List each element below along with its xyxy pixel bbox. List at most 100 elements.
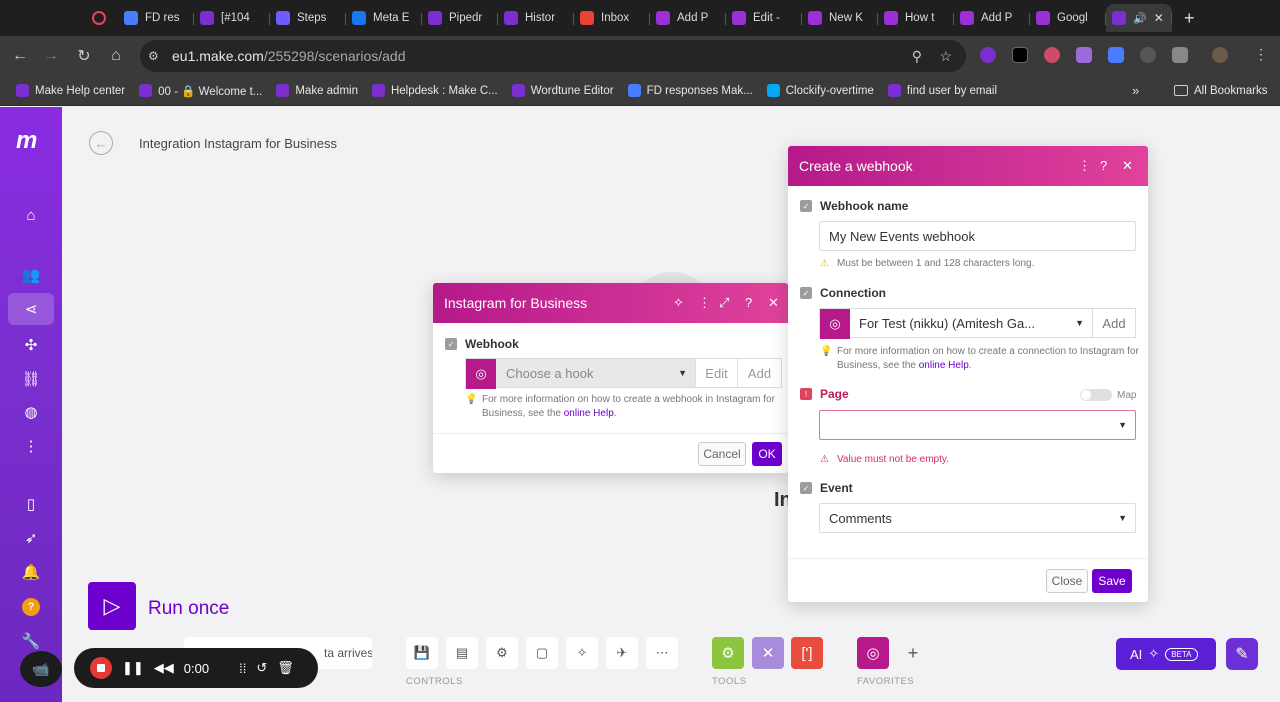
event-select[interactable]: Comments ▼ (819, 503, 1136, 533)
browser-tab[interactable]: Edit - (726, 4, 802, 32)
more-vertical-icon[interactable]: ⋮ (698, 295, 711, 311)
camera-icon[interactable]: 📹 (20, 651, 62, 687)
browser-tab[interactable]: Steps (270, 4, 346, 32)
add-hook-button[interactable]: Add (737, 359, 781, 387)
stop-record-icon[interactable] (90, 657, 112, 679)
browser-tab[interactable]: How t (878, 4, 954, 32)
ai-sparkle-icon[interactable]: ✧ (673, 295, 684, 311)
url-field[interactable]: ⚙ eu1.make.com/255298/scenarios/add ⚲ ☆ (140, 40, 966, 72)
tab-close-icon[interactable]: ✕ (1154, 11, 1164, 25)
more-horizontal-icon[interactable]: ⋯ (646, 637, 678, 669)
back-circle-icon[interactable]: ← (89, 131, 113, 155)
airplane-icon[interactable]: ✈ (606, 637, 638, 669)
online-help-link[interactable]: online Help (919, 360, 969, 371)
field-checkbox-icon[interactable]: ✓ (800, 287, 812, 299)
edit-hook-button[interactable]: Edit (695, 359, 737, 387)
new-tab-button[interactable]: + (1184, 8, 1195, 29)
close-icon[interactable]: ✕ (1122, 158, 1133, 174)
extension-icon-5[interactable] (1108, 47, 1124, 63)
docs-book-icon[interactable]: ▯ (8, 488, 54, 520)
toggle-switch[interactable] (1080, 389, 1112, 401)
all-bookmarks[interactable]: All Bookmarks (1168, 85, 1274, 97)
webhook-name-input[interactable]: My New Events webhook (819, 221, 1136, 251)
forward-arrow-icon[interactable]: → (36, 47, 66, 65)
bookmark-item[interactable]: Helpdesk : Make C... (366, 84, 504, 97)
webhooks-globe-icon[interactable]: ◍ (8, 396, 54, 428)
extensions-puzzle-icon[interactable] (1172, 47, 1188, 63)
back-arrow-icon[interactable]: ← (5, 47, 35, 65)
add-connection-button[interactable]: Add (1092, 309, 1135, 337)
instagram-favorite-icon[interactable]: ◎ (857, 637, 889, 669)
browser-tab[interactable]: New K (802, 4, 878, 32)
map-toggle[interactable]: Map (1080, 389, 1136, 401)
browser-tab[interactable]: Googl (1030, 4, 1106, 32)
tab-active-make[interactable]: 🔊 ✕ (1106, 4, 1172, 32)
browser-tab[interactable]: Add P (650, 4, 726, 32)
bookmark-item[interactable]: Clockify-overtime (761, 84, 880, 97)
bookmark-item[interactable]: Make admin (270, 84, 364, 97)
make-logo[interactable]: m (16, 127, 37, 155)
notes-icon[interactable]: ▢ (526, 637, 558, 669)
browser-menu-icon[interactable]: ⋮ (1254, 46, 1268, 63)
more-vertical-icon[interactable]: ⋮ (1078, 158, 1091, 174)
tools-gear-icon[interactable]: ⚙ (712, 637, 744, 669)
autoalign-icon[interactable]: ▤ (446, 637, 478, 669)
close-button[interactable]: Close (1046, 569, 1088, 593)
browser-tab[interactable]: Inbox (574, 4, 650, 32)
grid-icon[interactable]: ⁞⁞ (239, 661, 246, 676)
required-error-icon[interactable]: ! (800, 388, 812, 400)
connections-link-icon[interactable]: ⛓ (8, 363, 54, 395)
bookmark-item[interactable]: Make Help center (10, 84, 131, 97)
bookmark-item[interactable]: FD responses Mak... (622, 84, 759, 97)
extension-icon-3[interactable] (1044, 47, 1060, 63)
help-question-icon[interactable]: ? (8, 591, 54, 623)
zoom-icon[interactable]: ⚲ (912, 48, 922, 65)
scenario-title[interactable]: Integration Instagram for Business (139, 136, 337, 151)
field-checkbox-icon[interactable]: ✓ (445, 338, 457, 350)
apps-puzzle-icon[interactable]: ✣ (8, 329, 54, 361)
more-bookmarks-icon[interactable]: » (1132, 83, 1139, 98)
profile-avatar[interactable] (1212, 47, 1228, 63)
bookmark-item[interactable]: find user by email (882, 84, 1003, 97)
save-button[interactable]: Save (1092, 569, 1132, 593)
field-checkbox-icon[interactable]: ✓ (800, 482, 812, 494)
browser-tab[interactable]: Add P (954, 4, 1030, 32)
trash-icon[interactable]: 🗑 (277, 660, 294, 676)
ok-button[interactable]: OK (752, 442, 782, 466)
bookmark-item[interactable]: Wordtune Editor (506, 84, 620, 97)
extension-icon-2[interactable] (1012, 47, 1028, 63)
browser-tab[interactable]: Meta E (346, 4, 422, 32)
help-icon[interactable]: ? (745, 295, 752, 310)
team-icon[interactable]: 👥 (8, 259, 54, 291)
extension-icon-1[interactable] (980, 47, 996, 63)
browser-tab[interactable]: Pipedr (422, 4, 498, 32)
online-help-link[interactable]: online Help (564, 408, 614, 419)
extension-icon-6[interactable] (1140, 47, 1156, 63)
run-once-button[interactable]: ▷ (88, 582, 136, 630)
text-parser-icon[interactable]: ['] (791, 637, 823, 669)
notifications-bell-icon[interactable]: 🔔 (8, 556, 54, 588)
magic-wand-icon[interactable]: ✧ (566, 637, 598, 669)
extension-icon-4[interactable] (1076, 47, 1092, 63)
site-settings-icon[interactable]: ⚙ (148, 49, 159, 63)
ai-assistant-button[interactable]: AI ✧ BETA (1116, 638, 1216, 670)
more-vertical-icon[interactable]: ⋮ (8, 430, 54, 462)
flow-control-icon[interactable]: ✕ (752, 637, 784, 669)
home-icon[interactable]: ⌂ (101, 47, 131, 65)
field-checkbox-icon[interactable]: ✓ (800, 200, 812, 212)
restart-icon[interactable]: ↺ (256, 660, 267, 676)
run-once-label[interactable]: Run once (148, 598, 229, 620)
reload-icon[interactable]: ↻ (69, 46, 99, 66)
pause-icon[interactable]: ❚❚ (122, 660, 144, 676)
connection-select[interactable]: For Test (nikku) (Amitesh Ga... ▼ (850, 309, 1092, 337)
chat-help-icon[interactable]: ✎ (1226, 638, 1258, 670)
choose-hook-select[interactable]: Choose a hook ▼ (496, 359, 695, 387)
rocket-icon[interactable]: ➶ (8, 522, 54, 554)
bookmark-star-icon[interactable]: ☆ (939, 48, 952, 65)
settings-gear-icon[interactable]: ⚙ (486, 637, 518, 669)
help-icon[interactable]: ? (1100, 158, 1107, 173)
home-icon[interactable]: ⌂ (8, 199, 54, 231)
add-favorite-icon[interactable]: + (897, 637, 929, 669)
browser-tab[interactable]: FD res (118, 4, 194, 32)
browser-tab[interactable]: [#104 (194, 4, 270, 32)
